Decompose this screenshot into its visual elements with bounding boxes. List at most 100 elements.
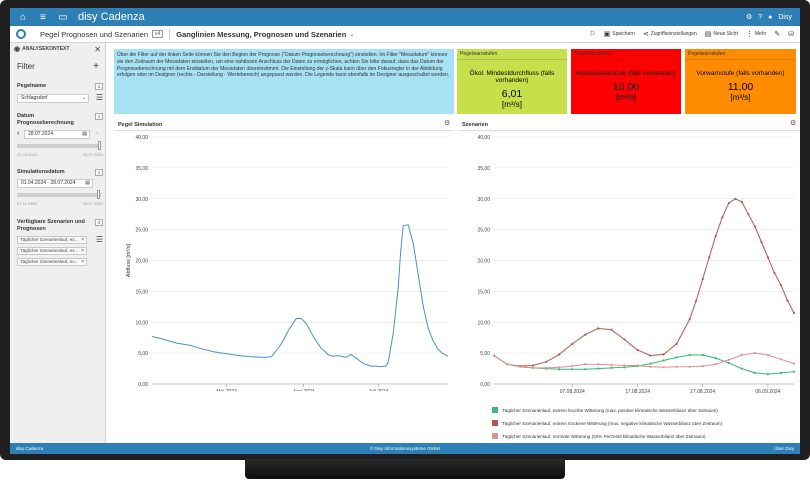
home-icon[interactable]: ⌂ <box>16 10 30 24</box>
data-point <box>792 362 796 365</box>
datum-min: 22.03.2024 <box>17 152 38 157</box>
filter-count-badge: 1 <box>95 83 103 90</box>
warning-card-min-flow: Pegelwarnstufen Ökol. Mindestdurchfluss … <box>457 49 567 114</box>
remove-chip-icon[interactable]: × <box>81 259 84 265</box>
data-point <box>779 284 783 287</box>
list-icon[interactable]: ☰ <box>96 94 103 102</box>
x-tick-label: 27.08.2024 <box>690 389 715 395</box>
scenario-chip-label: Täglicher Szenarienlauf, no... <box>20 259 79 264</box>
data-point <box>597 363 600 366</box>
bookmark-button[interactable]: ⚐ <box>589 30 595 38</box>
data-point <box>636 348 639 352</box>
add-filter-icon[interactable]: + <box>93 61 99 72</box>
bookmark-icon: ⚐ <box>589 31 596 38</box>
view-title[interactable]: Ganglinien Messung, Prognosen und Szenar… <box>176 30 346 39</box>
legend-swatch <box>492 407 498 413</box>
card-title: Pegelwarnstufen <box>571 49 681 60</box>
breadcrumb[interactable]: Pegel Prognosen und Szenarien <box>40 30 148 39</box>
app-title: disy Cadenza <box>78 11 145 23</box>
card-unit: [m³/s] <box>502 100 522 109</box>
data-point <box>545 366 548 369</box>
datum-slider-track[interactable] <box>17 144 101 148</box>
card-unit: [m³/s] <box>616 93 636 102</box>
simulation-slider-track[interactable] <box>17 193 101 197</box>
edit-icon: ✎ <box>774 31 781 38</box>
data-point <box>558 353 561 356</box>
chevron-down-icon: ⌄ <box>81 95 86 101</box>
calendar-icon[interactable]: ▤ <box>82 131 87 138</box>
save-button[interactable]: ▣ Speichern <box>604 30 635 38</box>
data-point <box>695 299 698 302</box>
series-line <box>493 198 795 367</box>
data-point <box>675 365 678 368</box>
new-view-button[interactable]: ▤ Neue Sicht <box>705 30 738 38</box>
user-icon[interactable]: ● <box>768 14 772 21</box>
data-point <box>714 363 717 366</box>
data-point <box>779 358 783 361</box>
chevron-down-icon[interactable]: ⌄ <box>349 31 354 38</box>
scenario-chip-label: Täglicher Szenarienlauf, ex... <box>20 248 79 253</box>
remove-chip-icon[interactable]: × <box>81 237 84 243</box>
data-point <box>532 364 535 367</box>
access-settings-button[interactable]: ⋖ Zugriffseinstellungen <box>643 30 697 38</box>
version-badge: v4 <box>152 30 164 38</box>
more-button[interactable]: ⋮ Mehr <box>746 30 766 38</box>
date-range-field[interactable]: 01.04.2024 - 28.07.2024 ▤ <box>17 179 93 188</box>
cadenza-logo-icon <box>16 29 26 39</box>
data-point <box>753 352 756 355</box>
data-point <box>753 371 756 374</box>
filter-szenarien: Verfügbare Szenarien und Prognosen 3 Täg… <box>17 219 103 279</box>
panel-settings-icon[interactable]: ⚙ <box>790 119 796 127</box>
data-point <box>558 368 561 371</box>
divider <box>169 28 171 40</box>
user-name[interactable]: Disy <box>778 14 792 21</box>
legend-swatch <box>492 420 498 426</box>
help-icon[interactable]: ? <box>758 14 762 21</box>
menu-icon[interactable]: ≡ <box>36 10 50 24</box>
filter-label: Pegelname <box>17 83 47 89</box>
filter-count-badge: 1 <box>95 169 103 176</box>
datum-slider-handle[interactable] <box>98 141 101 150</box>
data-point <box>727 202 730 205</box>
edit-button[interactable]: ✎ <box>774 30 780 38</box>
list-icon[interactable]: ☰ <box>96 236 103 244</box>
y-tick-label: 30,00 <box>135 197 148 203</box>
data-point <box>597 327 600 330</box>
prev-date-icon[interactable]: ‹ <box>17 130 19 138</box>
calendar-icon[interactable]: ▤ <box>85 180 90 187</box>
data-point <box>505 363 509 366</box>
data-point <box>571 365 574 368</box>
close-icon[interactable]: ✕ <box>94 45 101 54</box>
data-point <box>792 370 796 373</box>
gear-icon[interactable]: ⚙ <box>746 13 752 21</box>
data-point <box>786 299 789 302</box>
data-point <box>545 360 548 363</box>
next-date-icon[interactable]: › <box>96 130 98 138</box>
scenario-chip[interactable]: Täglicher Szenarienlauf, ex... × <box>17 247 87 255</box>
x-tick-label: 07.08.2024 <box>560 389 585 395</box>
simulation-slider-handle[interactable] <box>97 190 100 199</box>
data-point <box>662 353 665 356</box>
series-line <box>493 354 795 375</box>
data-point <box>558 366 561 369</box>
data-point <box>760 240 763 244</box>
data-point <box>773 271 776 274</box>
pegelname-select[interactable]: Schlagsdorf ⌄ <box>17 94 89 103</box>
y-tick-label: 25,00 <box>477 228 490 234</box>
simulation-panel-title: Pegel Simulation <box>118 122 163 128</box>
remove-chip-icon[interactable]: × <box>81 248 84 254</box>
date-field[interactable]: 28.07.2024 ▤ <box>24 130 90 139</box>
card-subtitle: Hochwasserstufe (falls vorhanden) <box>575 70 677 77</box>
data-point <box>740 353 743 357</box>
panel-settings-icon[interactable]: ⚙ <box>444 119 450 127</box>
data-point <box>747 213 750 216</box>
database-button[interactable]: ⛁ <box>788 30 794 38</box>
legend-label: Täglicher Szenarienlauf, normale Witteru… <box>502 434 706 439</box>
y-tick-label: 0,00 <box>138 382 148 388</box>
card-value: 10,00 <box>612 81 640 93</box>
scenario-chip[interactable]: Täglicher Szenarienlauf, no... × <box>17 258 87 266</box>
scenario-chip[interactable]: Täglicher Szenarienlauf, ex... × <box>17 236 87 244</box>
map-icon[interactable]: ▭ <box>56 10 70 24</box>
warning-card-prewarning: Pegelwarnstufen Vorwarnstufe (falls vorh… <box>685 49 796 114</box>
y-tick-label: 0,00 <box>480 382 490 388</box>
